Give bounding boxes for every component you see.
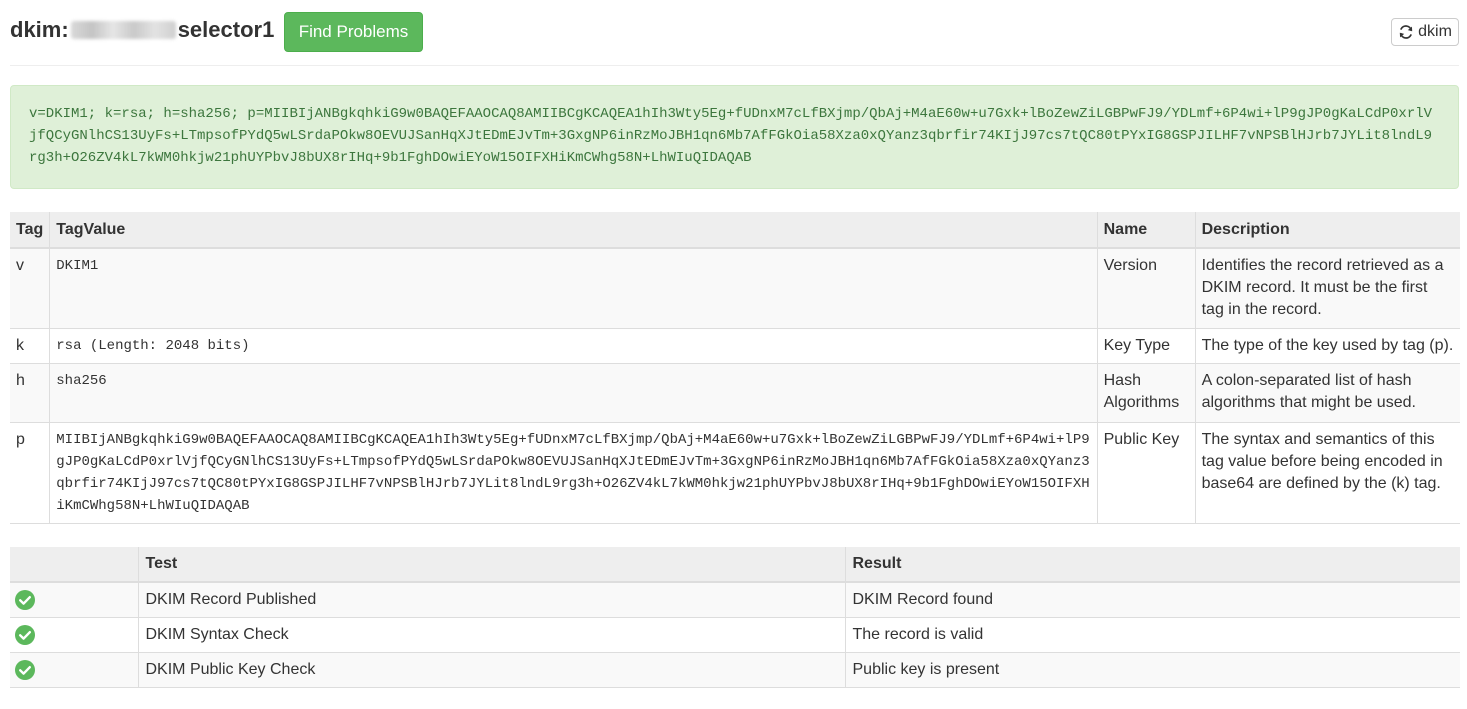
refresh-dkim-button[interactable]: dkim xyxy=(1391,18,1459,46)
table-row: DKIM Record Published DKIM Record found xyxy=(10,582,1460,618)
test-name-cell: DKIM Syntax Check xyxy=(137,617,845,653)
header-tagvalue: TagValue xyxy=(49,212,1098,249)
header-result: Result xyxy=(844,547,1460,583)
tag-name-cell: Key Type xyxy=(1096,328,1196,364)
find-problems-button[interactable]: Find Problems xyxy=(284,12,423,52)
page-title: dkim: selector1 xyxy=(10,17,274,43)
status-cell xyxy=(10,617,138,653)
tag-name-cell: Version xyxy=(1096,248,1196,329)
dkim-lookup-page: dkim: selector1 Find Problems dkim v=DKIM… xyxy=(0,0,1467,709)
test-result-cell: DKIM Record found xyxy=(844,582,1460,618)
test-table-header: Test Result xyxy=(10,547,1460,583)
table-row: v DKIM1 Version Identifies the record re… xyxy=(10,248,1460,329)
status-cell xyxy=(10,652,138,688)
table-row: p MIIBIjANBgkqhkiG9w0BAQEFAAOCAQ8AMIIBCg… xyxy=(10,422,1460,524)
refresh-icon xyxy=(1399,25,1413,39)
tag-value-cell: rsa (Length: 2048 bits) xyxy=(49,328,1098,364)
tag-value-cell: DKIM1 xyxy=(49,248,1098,329)
dkim-record-text: v=DKIM1; k=rsa; h=sha256; p=MIIBIjANBgkq… xyxy=(10,85,1459,189)
test-result-cell: Public key is present xyxy=(844,652,1460,688)
check-circle-icon xyxy=(15,589,35,610)
table-row: k rsa (Length: 2048 bits) Key Type The t… xyxy=(10,328,1460,364)
header-test: Test xyxy=(137,547,845,583)
tag-name-cell: Hash Algorithms xyxy=(1096,363,1196,423)
table-row: h sha256 Hash Algorithms A colon-separat… xyxy=(10,363,1460,423)
test-result-cell: The record is valid xyxy=(844,617,1460,653)
tag-description-cell: A colon-separated list of hash algorithm… xyxy=(1194,363,1460,423)
tag-table-header: Tag TagValue Name Description xyxy=(10,212,1460,249)
tag-description-cell: The syntax and semantics of this tag val… xyxy=(1194,422,1460,524)
tag-cell: k xyxy=(10,328,50,364)
redacted-domain xyxy=(70,21,176,39)
check-circle-icon xyxy=(15,624,35,645)
status-cell xyxy=(10,582,138,618)
header: dkim: selector1 Find Problems dkim xyxy=(10,12,1459,52)
table-row: DKIM Public Key Check Public key is pres… xyxy=(10,652,1460,688)
tag-cell: v xyxy=(10,248,50,329)
tag-value-cell: sha256 xyxy=(49,363,1098,423)
tag-table: Tag TagValue Name Description v DKIM1 Ve… xyxy=(10,212,1460,524)
header-description: Description xyxy=(1194,212,1460,249)
tag-cell: h xyxy=(10,363,50,423)
test-results-table: Test Result DKIM Record Published DKIM R… xyxy=(10,547,1460,688)
check-circle-icon xyxy=(15,659,35,680)
header-divider xyxy=(10,65,1459,66)
header-status xyxy=(10,547,138,583)
header-name: Name xyxy=(1096,212,1196,249)
refresh-button-label: dkim xyxy=(1418,23,1452,40)
tag-description-cell: The type of the key used by tag (p). xyxy=(1194,328,1460,364)
test-name-cell: DKIM Record Published xyxy=(137,582,845,618)
header-tag: Tag xyxy=(10,212,50,249)
title-selector: selector1 xyxy=(177,17,275,42)
tag-description-cell: Identifies the record retrieved as a DKI… xyxy=(1194,248,1460,329)
tag-cell: p xyxy=(10,422,50,524)
test-name-cell: DKIM Public Key Check xyxy=(137,652,845,688)
table-row: DKIM Syntax Check The record is valid xyxy=(10,617,1460,653)
tag-value-cell: MIIBIjANBgkqhkiG9w0BAQEFAAOCAQ8AMIIBCgKC… xyxy=(49,422,1098,524)
title-prefix: dkim: xyxy=(10,17,69,42)
tag-name-cell: Public Key xyxy=(1096,422,1196,524)
